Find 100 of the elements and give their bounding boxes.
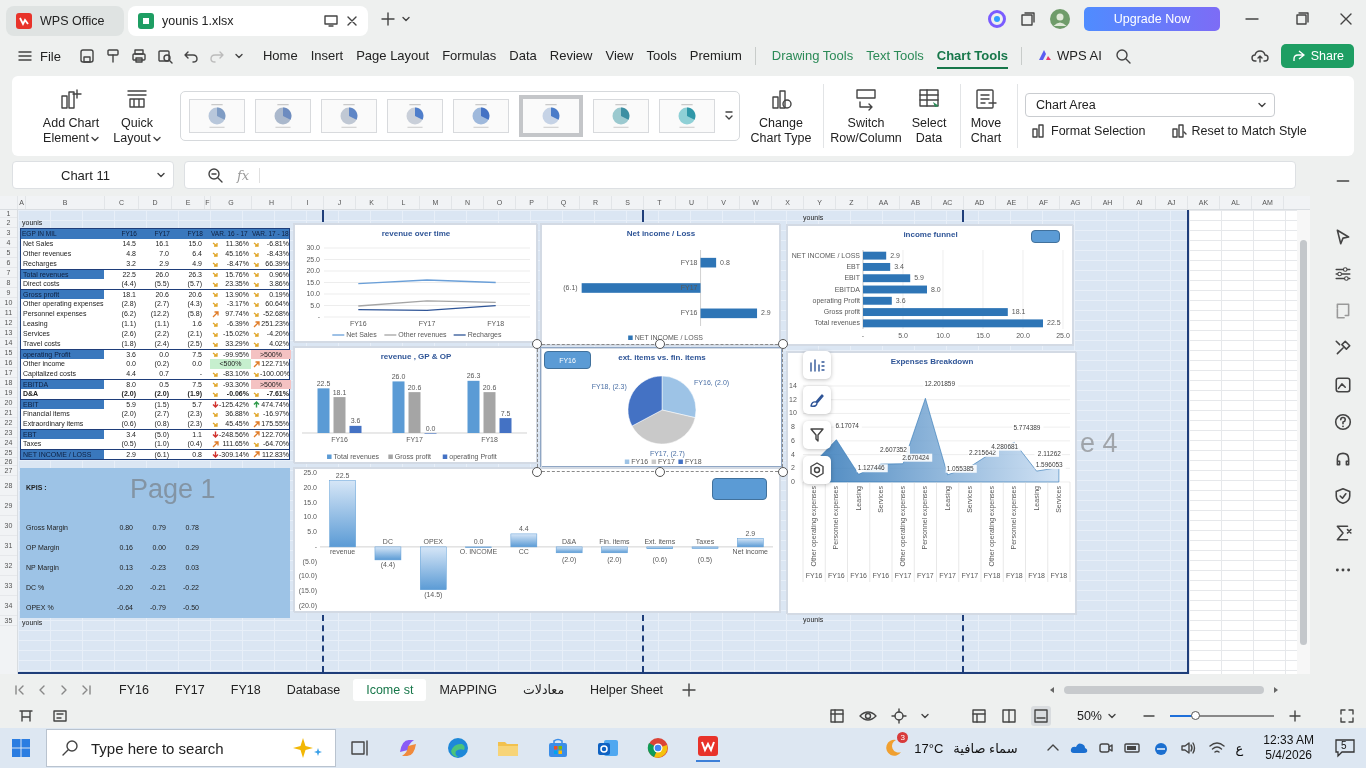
zoom-icon[interactable] (207, 167, 223, 183)
chart-elements-button[interactable] (803, 351, 831, 379)
menu-tab[interactable]: Page Layout (356, 43, 430, 69)
page-layout-icon[interactable] (1000, 708, 1017, 724)
fullscreen-icon[interactable] (1340, 709, 1354, 723)
sheet-tab[interactable]: FY16 (106, 679, 162, 701)
tools-icon[interactable] (1334, 339, 1352, 357)
avatar-icon[interactable] (1050, 9, 1070, 29)
sheet-tab[interactable]: معادلات (510, 679, 578, 701)
sheet-tab[interactable]: Helper Sheet (577, 679, 677, 701)
more-styles-icon[interactable] (725, 110, 733, 122)
sliders-icon[interactable] (1334, 265, 1352, 283)
document-tab[interactable]: WPS Office (6, 6, 124, 36)
eye-icon[interactable] (858, 708, 877, 724)
ribbon-button[interactable]: Switch Row/Column (829, 86, 903, 146)
zoom-level[interactable]: 50% (1076, 709, 1102, 723)
resize-handle[interactable] (655, 339, 665, 349)
browser-icon[interactable] (646, 736, 670, 760)
zoom-in-icon[interactable] (1288, 709, 1302, 723)
ribbon-button[interactable]: Quick Layout (112, 86, 162, 146)
resize-handle[interactable] (532, 339, 542, 349)
first-sheet-icon[interactable] (14, 684, 26, 696)
image-edit-icon[interactable] (1334, 376, 1352, 394)
chart-style-thumbnail[interactable] (321, 99, 377, 133)
ribbon-button[interactable]: Add Chart Element (36, 86, 106, 146)
menu-tab[interactable]: Chart Tools (936, 43, 1009, 69)
chart-style-thumbnail[interactable] (189, 99, 245, 133)
menu-tab[interactable]: Review (549, 43, 593, 69)
edit-mode-icon[interactable] (52, 708, 68, 724)
add-sheet-icon[interactable] (682, 683, 697, 697)
chart-filter-button[interactable] (803, 421, 831, 449)
store-icon[interactable] (546, 736, 570, 760)
clock[interactable]: 12:33 AM 5/4/2026 (1263, 733, 1314, 763)
ribbon-button[interactable]: Select Data (909, 86, 949, 146)
notifications-button[interactable]: 5 (1334, 738, 1356, 758)
browser-icon[interactable] (446, 736, 470, 760)
ribbon-button[interactable]: Change Chart Type (750, 86, 812, 146)
resize-handle[interactable] (778, 339, 788, 349)
grid-view-icon[interactable] (828, 708, 845, 724)
keyboard-language[interactable]: ع (1235, 740, 1244, 756)
file-menu[interactable]: File (40, 48, 61, 64)
scroll-left-icon[interactable] (1048, 686, 1056, 694)
chart-style-thumbnail[interactable] (519, 95, 583, 137)
chart-style-button[interactable] (803, 386, 831, 414)
menu-tab[interactable]: Data (509, 43, 537, 69)
sheet-tab[interactable]: Database (273, 679, 354, 701)
cloud-icon[interactable] (1069, 741, 1088, 755)
meet-icon[interactable] (1097, 740, 1114, 756)
wifi-icon[interactable] (1207, 740, 1226, 756)
save-icon[interactable] (78, 48, 95, 64)
ribbon-button[interactable]: Move Chart (966, 86, 1006, 146)
monitor-icon[interactable] (324, 15, 338, 27)
menu-tab[interactable]: Formulas (442, 43, 497, 69)
upgrade-button[interactable]: Upgrade Now (1084, 7, 1220, 31)
scrollbar[interactable] (1064, 686, 1264, 694)
search-icon[interactable] (1114, 48, 1131, 64)
menu-tab[interactable]: Drawing Tools (771, 43, 854, 69)
crosshair-icon[interactable] (890, 708, 907, 724)
battery-icon[interactable] (1123, 741, 1142, 755)
menu-tab[interactable]: Home (262, 43, 298, 69)
chart-style-thumbnail[interactable] (255, 99, 311, 133)
sheet-tab[interactable]: Icome st (353, 679, 427, 701)
sheet-tab[interactable]: MAPPING (426, 679, 511, 701)
scrollbar[interactable] (1297, 210, 1310, 674)
formula-icon[interactable] (1334, 524, 1352, 542)
menu-tab[interactable]: WPS AI (1038, 43, 1102, 69)
reset-style-button[interactable]: Reset to Match Style (1165, 123, 1313, 139)
assistant-icon[interactable] (988, 10, 1006, 28)
chart-element-dropdown[interactable]: Chart Area (1025, 93, 1275, 117)
chart-style-thumbnail[interactable] (453, 99, 509, 133)
chart-settings-button[interactable] (803, 456, 831, 484)
cloud-upload-icon[interactable] (1250, 48, 1269, 64)
pointer-icon[interactable] (1334, 228, 1352, 246)
slicer-button[interactable] (1031, 230, 1060, 243)
page-break-icon[interactable] (1032, 708, 1049, 724)
shield-icon[interactable] (1334, 487, 1352, 505)
close-icon[interactable] (346, 15, 358, 27)
menu-tab[interactable]: View (605, 43, 634, 69)
chart-style-thumbnail[interactable] (659, 99, 715, 133)
task-view-icon[interactable] (350, 738, 370, 758)
menu-tab[interactable]: Insert (310, 43, 344, 69)
help-icon[interactable] (1334, 413, 1352, 431)
transform-icon[interactable] (1334, 302, 1352, 320)
search-field[interactable]: Type here to search (46, 729, 336, 767)
macro-icon[interactable] (18, 708, 34, 724)
sheet-tab[interactable]: FY18 (217, 679, 274, 701)
format-painter-icon[interactable] (104, 48, 121, 64)
chart-style-thumbnail[interactable] (593, 99, 649, 133)
format-selection-button[interactable]: Format Selection (1025, 123, 1152, 139)
start-icon[interactable] (12, 739, 30, 757)
menu-tab[interactable]: Tools (646, 43, 677, 69)
sheet-tab[interactable]: FY17 (161, 679, 218, 701)
print-icon[interactable] (130, 48, 147, 64)
chart-style-thumbnail[interactable] (387, 99, 443, 133)
menu-tab[interactable]: Text Tools (866, 43, 924, 69)
last-sheet-icon[interactable] (80, 684, 92, 696)
windows-icon[interactable] (1020, 11, 1036, 27)
plus-icon[interactable] (380, 11, 396, 27)
document-tab[interactable]: younis 1.xlsx (128, 6, 368, 36)
volume-icon[interactable] (1179, 740, 1198, 756)
